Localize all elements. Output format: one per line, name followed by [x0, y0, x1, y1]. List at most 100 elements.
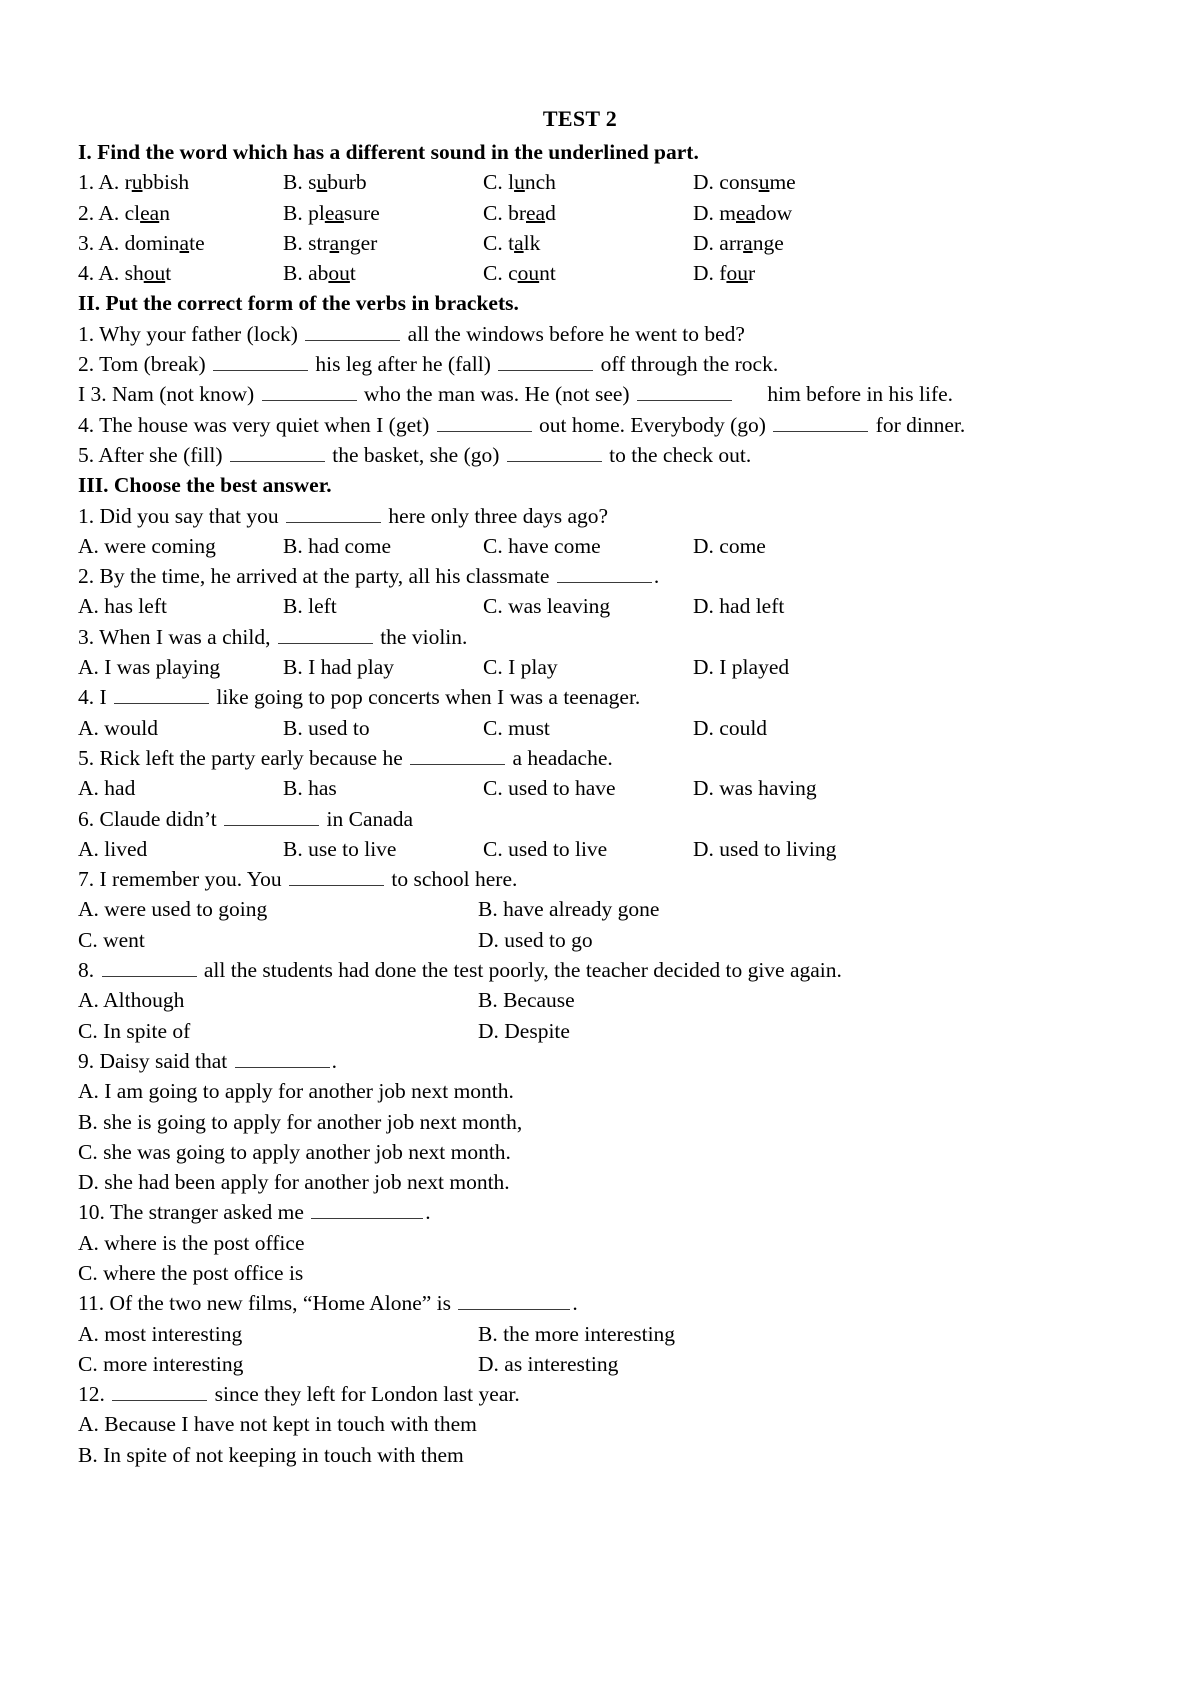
option-a[interactable]: A. I was playing	[78, 652, 283, 682]
question-stem: 12. since they left for London last year…	[78, 1382, 520, 1407]
option-a[interactable]: A. were used to going	[78, 894, 478, 924]
option-a[interactable]: A. were coming	[78, 531, 283, 561]
option-c[interactable]: C. more interesting	[78, 1349, 478, 1379]
option-d[interactable]: D. could	[693, 713, 767, 743]
answer-blank[interactable]	[506, 444, 602, 462]
option-b[interactable]: B. had come	[283, 531, 483, 561]
answer-blank[interactable]	[213, 353, 309, 372]
option-b[interactable]: B. has	[283, 773, 483, 803]
option-d[interactable]: D. had left	[693, 591, 784, 621]
option-c: C. lunch	[483, 170, 556, 195]
answer-blank[interactable]	[277, 626, 373, 644]
option-b: B. suburb	[283, 170, 367, 195]
option-row: C. In spite of D. Despite	[78, 1016, 1110, 1046]
question-stem: 5. Rick left the party early because he …	[78, 745, 613, 770]
option-c[interactable]: C. where the post office is	[78, 1258, 1110, 1288]
answer-blank[interactable]	[305, 323, 401, 341]
option-row: A. most interesting B. the more interest…	[78, 1319, 1110, 1349]
answer-blank[interactable]	[261, 383, 357, 402]
phonetics-row: 3. A. dominate B. stranger C. talk D. ar…	[78, 228, 1110, 258]
answer-blank[interactable]	[224, 808, 320, 826]
option-d[interactable]: D. used to living	[693, 834, 836, 864]
answer-blank[interactable]	[311, 1201, 424, 1220]
option-d[interactable]: D. used to go	[478, 925, 593, 955]
option-a[interactable]: A. I am going to apply for another job n…	[78, 1076, 1110, 1106]
phonetics-row: 1. A. rubbish B. suburb C. lunch D. cons…	[78, 167, 1110, 197]
option-d[interactable]: D. as interesting	[478, 1349, 618, 1379]
option-d[interactable]: D. she had been apply for another job ne…	[78, 1167, 1110, 1197]
option-a[interactable]: A. Although	[78, 985, 478, 1015]
answer-blank[interactable]	[773, 414, 869, 432]
option-d: D. consume	[693, 170, 796, 195]
option-b[interactable]: B. Because	[478, 985, 575, 1015]
answer-blank[interactable]	[286, 505, 382, 523]
answer-blank[interactable]	[101, 959, 197, 978]
option-b[interactable]: B. use to live	[283, 834, 483, 864]
question-stem: 10. The stranger asked me .	[78, 1200, 431, 1225]
option-a[interactable]: A. where is the post office	[78, 1228, 1110, 1258]
section-heading-2: II. Put the correct form of the verbs in…	[78, 291, 519, 316]
phonetics-row: 4. A. shout B. about C. count D. four	[78, 258, 1110, 288]
option-a[interactable]: A. lived	[78, 834, 283, 864]
option-row: C. went D. used to go	[78, 925, 1110, 955]
verb-item: 1. Why your father (lock) all the window…	[78, 321, 745, 346]
question-stem: 4. I like going to pop concerts when I w…	[78, 685, 641, 710]
option-row: A. has left B. left C. was leaving D. ha…	[78, 591, 1110, 621]
section-heading-1: I. Find the word which has a different s…	[78, 140, 699, 164]
option-c[interactable]: C. used to live	[483, 834, 693, 864]
verb-item: 4. The house was very quiet when I (get)…	[78, 412, 966, 437]
answer-blank[interactable]	[458, 1292, 571, 1311]
option-c[interactable]: C. used to have	[483, 773, 693, 803]
answer-blank[interactable]	[114, 686, 210, 705]
option-row: A. Although B. Because	[78, 985, 1110, 1015]
option-c: C. count	[483, 261, 556, 286]
option-b: B. about	[283, 261, 356, 286]
question-stem: 6. Claude didn’t in Canada	[78, 806, 414, 831]
section-heading-3: III. Choose the best answer.	[78, 473, 332, 498]
option-b: B. pleasure	[283, 200, 380, 225]
answer-blank[interactable]	[556, 565, 652, 584]
option-b[interactable]: B. have already gone	[478, 894, 659, 924]
answer-blank[interactable]	[636, 383, 732, 402]
verb-item: I 3. Nam (not know) who the man was. He …	[78, 382, 954, 407]
page-title: TEST 2	[542, 106, 618, 131]
option-c[interactable]: C. went	[78, 925, 478, 955]
option-c[interactable]: C. was leaving	[483, 591, 693, 621]
option-a[interactable]: A. would	[78, 713, 283, 743]
option-c[interactable]: C. she was going to apply another job ne…	[78, 1137, 1110, 1167]
option-b[interactable]: B. In spite of not keeping in touch with…	[78, 1440, 1110, 1470]
option-c: C. talk	[483, 230, 541, 255]
option-a[interactable]: A. had	[78, 773, 283, 803]
option-c[interactable]: C. have come	[483, 531, 693, 561]
option-b[interactable]: B. she is going to apply for another job…	[78, 1107, 1110, 1137]
option-a: 3. A. dominate	[78, 230, 205, 255]
answer-blank[interactable]	[436, 414, 532, 432]
answer-blank[interactable]	[112, 1383, 208, 1402]
option-c[interactable]: C. must	[483, 713, 693, 743]
option-a[interactable]: A. most interesting	[78, 1319, 478, 1349]
verb-item: 2. Tom (break) his leg after he (fall) o…	[78, 352, 779, 377]
question-stem: 2. By the time, he arrived at the party,…	[78, 564, 660, 589]
answer-blank[interactable]	[229, 444, 325, 462]
answer-blank[interactable]	[410, 747, 506, 765]
answer-blank[interactable]	[289, 868, 385, 887]
option-d[interactable]: D. was having	[693, 773, 817, 803]
option-a[interactable]: A. has left	[78, 591, 283, 621]
answer-blank[interactable]	[498, 353, 594, 372]
option-d[interactable]: D. come	[693, 531, 766, 561]
option-b[interactable]: B. I had play	[283, 652, 483, 682]
document-page: TEST 2 I. Find the word which has a diff…	[0, 0, 1200, 1697]
option-a[interactable]: A. Because I have not kept in touch with…	[78, 1409, 1110, 1439]
option-c[interactable]: C. I play	[483, 652, 693, 682]
question-stem: 1. Did you say that you here only three …	[78, 503, 609, 528]
question-stem: 8. all the students had done the test po…	[78, 958, 842, 983]
option-b[interactable]: B. used to	[283, 713, 483, 743]
option-d[interactable]: D. Despite	[478, 1016, 570, 1046]
option-row: A. would B. used to C. must D. could	[78, 713, 1110, 743]
option-c[interactable]: C. In spite of	[78, 1016, 478, 1046]
option-b[interactable]: B. the more interesting	[478, 1319, 675, 1349]
option-b[interactable]: B. left	[283, 591, 483, 621]
answer-blank[interactable]	[234, 1050, 330, 1068]
option-d[interactable]: D. I played	[693, 652, 789, 682]
question-stem: 3. When I was a child, the violin.	[78, 624, 468, 649]
